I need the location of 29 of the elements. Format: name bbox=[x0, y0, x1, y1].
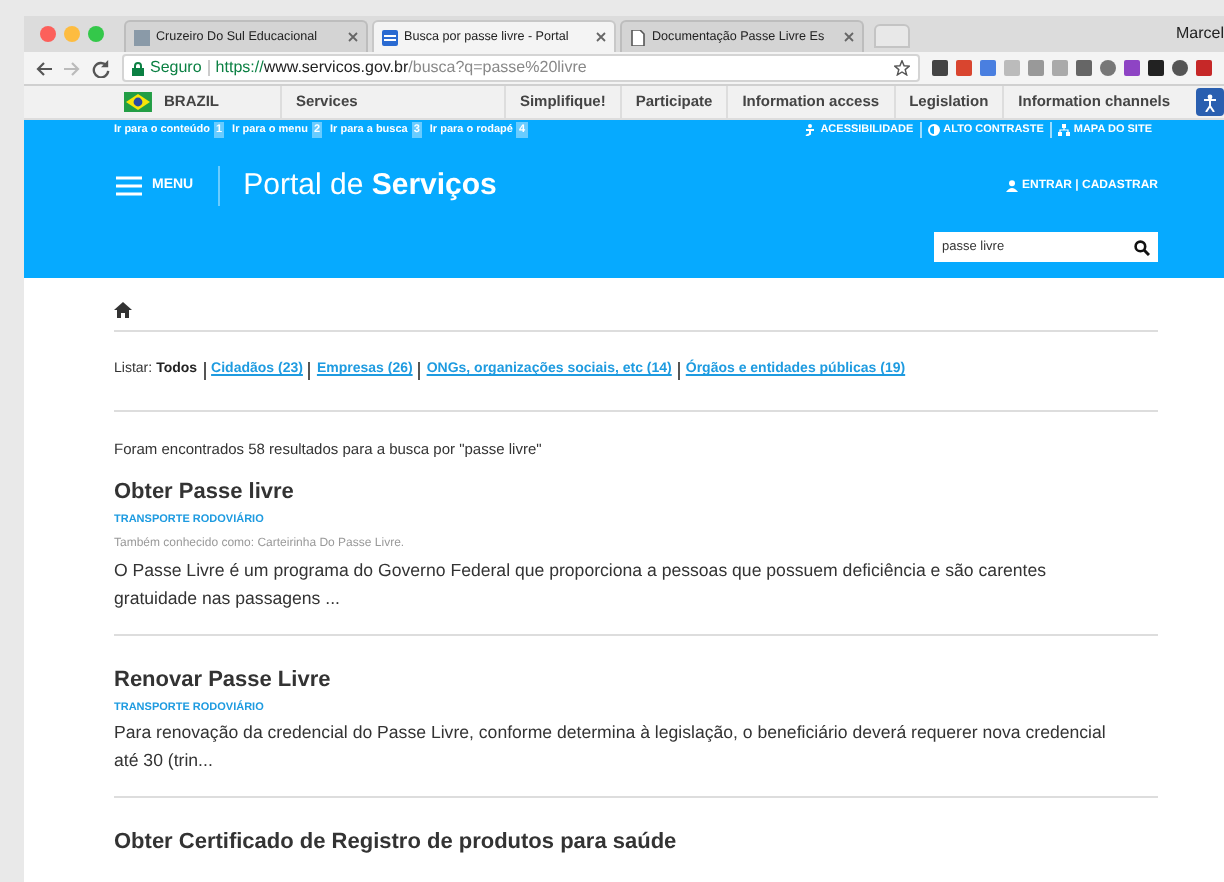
result-title[interactable]: Renovar Passe Livre bbox=[114, 663, 1158, 697]
close-window-button[interactable] bbox=[40, 26, 56, 43]
accessibility-icon[interactable] bbox=[1196, 88, 1224, 116]
close-tab-icon[interactable] bbox=[348, 32, 358, 43]
accessibility-icon bbox=[804, 124, 817, 137]
result-title[interactable]: Obter Passe livre bbox=[114, 475, 1158, 509]
menu-icon[interactable] bbox=[116, 176, 142, 197]
search-icon bbox=[1134, 239, 1150, 256]
result-title[interactable]: Obter Certificado de Registro de produtos para saúde bbox=[114, 826, 1158, 860]
lock-icon bbox=[132, 61, 144, 76]
profile-name[interactable]: Marcel bbox=[1175, 22, 1224, 47]
favicon-icon bbox=[134, 29, 150, 46]
result-description: Para renovação da credencial do Passe Livre, conforme determina à legislação, o beneficiário deverá requerer nova credencial até 30 (trin... bbox=[114, 720, 1108, 775]
user-icon bbox=[1005, 180, 1018, 193]
address-bar[interactable]: Seguro https://www.servicos.gov.br/busca?q=passe%20livre bbox=[122, 54, 920, 83]
url-text: Seguro https://www.servicos.gov.br/busca?q=passe%20livre bbox=[150, 56, 587, 81]
close-tab-icon[interactable] bbox=[844, 32, 854, 43]
document-icon bbox=[630, 29, 646, 46]
home-icon[interactable] bbox=[114, 302, 132, 319]
back-icon[interactable] bbox=[36, 61, 52, 76]
favicon-icon bbox=[382, 29, 398, 46]
flag-icon bbox=[124, 92, 152, 112]
result-description: O Passe Livre é um programa do Governo Federal que proporciona a pessoas que possuem deficiência e são carentes gratuidade nas passagens ... bbox=[114, 557, 1049, 612]
sitemap-icon bbox=[1057, 124, 1070, 137]
reload-icon[interactable] bbox=[92, 59, 110, 78]
search-button[interactable] bbox=[1126, 232, 1158, 263]
contrast-icon bbox=[927, 124, 940, 137]
bookmark-star-icon[interactable] bbox=[894, 60, 910, 77]
close-tab-icon[interactable] bbox=[596, 32, 606, 43]
